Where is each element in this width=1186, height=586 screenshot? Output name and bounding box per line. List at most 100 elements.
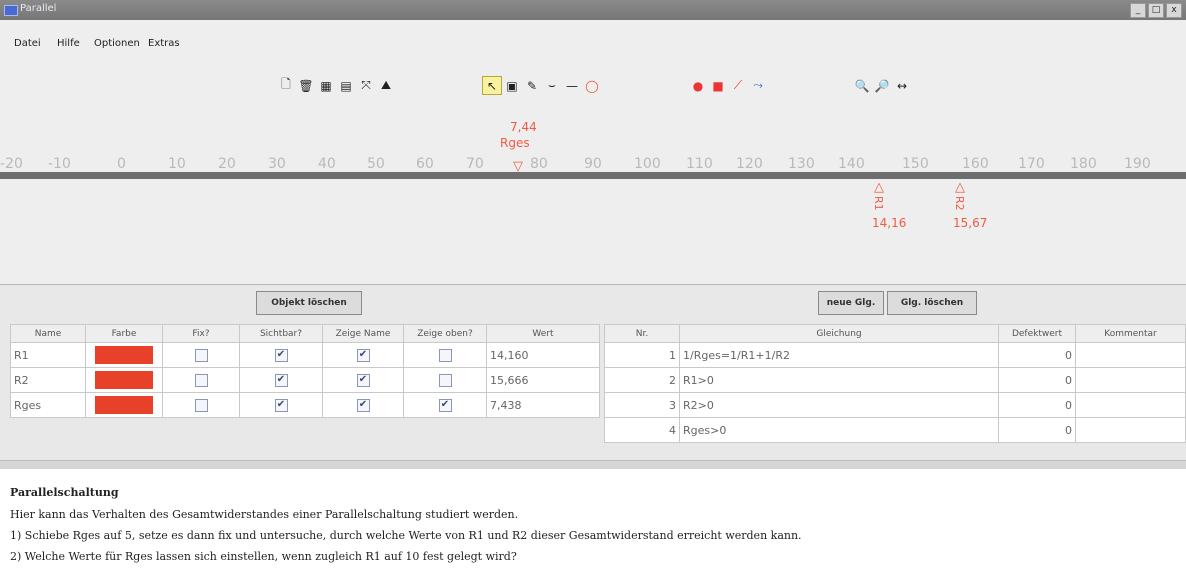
- cell-equation[interactable]: Rges>0: [679, 417, 999, 443]
- cell-value[interactable]: 14,160: [486, 342, 600, 368]
- marker-rges-icon[interactable]: ▽: [513, 159, 523, 174]
- visible-checkbox[interactable]: ✔: [274, 373, 288, 387]
- menu-optionen[interactable]: Optionen: [94, 38, 140, 49]
- visible-checkbox[interactable]: ✔: [274, 348, 288, 362]
- cell-comment[interactable]: [1075, 417, 1186, 443]
- cell-comment[interactable]: [1075, 392, 1186, 418]
- col-header-show-name[interactable]: Zeige Name: [322, 324, 404, 343]
- show-top-checkbox[interactable]: [438, 373, 452, 387]
- show-top-checkbox[interactable]: ✔: [438, 398, 452, 412]
- cell-defect[interactable]: 0: [998, 367, 1076, 393]
- col-header-nr[interactable]: Nr.: [604, 324, 680, 343]
- col-header-color[interactable]: Farbe: [85, 324, 163, 343]
- cell-color[interactable]: [85, 392, 163, 418]
- col-header-comment[interactable]: Kommentar: [1075, 324, 1186, 343]
- cell-show-top[interactable]: [403, 367, 487, 393]
- col-header-equation[interactable]: Gleichung: [679, 324, 999, 343]
- cell-show-name[interactable]: ✔: [322, 342, 404, 368]
- square-point-icon[interactable]: ■: [708, 76, 728, 95]
- delete-object-button[interactable]: Objekt löschen: [256, 291, 362, 315]
- table-row[interactable]: 4 Rges>0 0: [604, 417, 1186, 443]
- table-row[interactable]: R1 ✔ ✔ 14,160: [10, 342, 600, 368]
- pointer-icon[interactable]: ↖: [482, 76, 502, 95]
- col-header-defect[interactable]: Defektwert: [998, 324, 1076, 343]
- cell-show-top[interactable]: ✔: [403, 392, 487, 418]
- line-icon[interactable]: —: [562, 76, 582, 95]
- fix-checkbox[interactable]: [194, 348, 208, 362]
- line-segment-icon[interactable]: ⟋: [728, 76, 748, 95]
- circle-icon[interactable]: ◯: [582, 76, 602, 95]
- minimize-icon[interactable]: _: [1130, 3, 1146, 18]
- edit-icon[interactable]: ✎: [522, 76, 542, 95]
- table-row[interactable]: 2 R1>0 0: [604, 367, 1186, 393]
- cell-visible[interactable]: ✔: [239, 392, 323, 418]
- cell-comment[interactable]: [1075, 367, 1186, 393]
- cell-visible[interactable]: ✔: [239, 342, 323, 368]
- show-name-checkbox[interactable]: ✔: [356, 348, 370, 362]
- cell-equation[interactable]: R1>0: [679, 367, 999, 393]
- fit-icon[interactable]: ↔: [892, 76, 912, 95]
- menu-hilfe[interactable]: Hilfe: [57, 38, 80, 49]
- maximize-icon[interactable]: □: [1148, 3, 1164, 18]
- cell-name[interactable]: R1: [10, 342, 86, 368]
- move-icon[interactable]: ⤧: [356, 76, 376, 95]
- cell-fix[interactable]: [162, 367, 240, 393]
- delete-equation-button[interactable]: Glg. löschen: [887, 291, 977, 315]
- cell-defect[interactable]: 0: [998, 392, 1076, 418]
- cell-value[interactable]: 7,438: [486, 392, 600, 418]
- show-name-checkbox[interactable]: ✔: [356, 373, 370, 387]
- new-file-icon[interactable]: 🗋: [276, 76, 296, 95]
- menu-extras[interactable]: Extras: [148, 38, 180, 49]
- col-header-fix[interactable]: Fix?: [162, 324, 240, 343]
- polyline-icon[interactable]: ⤳: [748, 76, 768, 95]
- cell-name[interactable]: R2: [10, 367, 86, 393]
- cell-defect[interactable]: 0: [998, 417, 1076, 443]
- grid-icon[interactable]: ▦: [316, 76, 336, 95]
- show-top-checkbox[interactable]: [438, 348, 452, 362]
- marker-r2-icon[interactable]: △: [955, 180, 965, 195]
- point-icon[interactable]: ●: [688, 76, 708, 95]
- new-equation-button[interactable]: neue Glg.: [818, 291, 884, 315]
- cell-nr[interactable]: 2: [604, 367, 680, 393]
- trash-icon[interactable]: 🗑: [296, 76, 316, 95]
- col-header-value[interactable]: Wert: [486, 324, 600, 343]
- color-swatch[interactable]: [95, 346, 153, 364]
- zoom-out-icon[interactable]: 🔎: [872, 76, 892, 95]
- select-icon[interactable]: ▣: [502, 76, 522, 95]
- cell-equation[interactable]: R2>0: [679, 392, 999, 418]
- cell-equation[interactable]: 1/Rges=1/R1+1/R2: [679, 342, 999, 368]
- color-swatch[interactable]: [95, 396, 153, 414]
- zoom-in-icon[interactable]: 🔍: [852, 76, 872, 95]
- chart-icon[interactable]: ⛰: [376, 76, 396, 95]
- table-row[interactable]: Rges ✔ ✔ ✔ 7,438: [10, 392, 600, 418]
- color-swatch[interactable]: [95, 371, 153, 389]
- cell-fix[interactable]: [162, 342, 240, 368]
- table-row[interactable]: 1 1/Rges=1/R1+1/R2 0: [604, 342, 1186, 368]
- splitter[interactable]: [0, 460, 1186, 469]
- col-header-visible[interactable]: Sichtbar?: [239, 324, 323, 343]
- cell-color[interactable]: [85, 367, 163, 393]
- axis-icon[interactable]: ▤: [336, 76, 356, 95]
- cell-color[interactable]: [85, 342, 163, 368]
- cell-comment[interactable]: [1075, 342, 1186, 368]
- cell-nr[interactable]: 3: [604, 392, 680, 418]
- table-row[interactable]: 3 R2>0 0: [604, 392, 1186, 418]
- visible-checkbox[interactable]: ✔: [274, 398, 288, 412]
- cell-nr[interactable]: 4: [604, 417, 680, 443]
- marker-r1-icon[interactable]: △: [874, 180, 884, 195]
- cell-name[interactable]: Rges: [10, 392, 86, 418]
- menu-datei[interactable]: Datei: [14, 38, 41, 49]
- col-header-name[interactable]: Name: [10, 324, 86, 343]
- cell-visible[interactable]: ✔: [239, 367, 323, 393]
- cell-nr[interactable]: 1: [604, 342, 680, 368]
- curve-icon[interactable]: ⌣: [542, 76, 562, 95]
- cell-show-top[interactable]: [403, 342, 487, 368]
- col-header-show-top[interactable]: Zeige oben?: [403, 324, 487, 343]
- fix-checkbox[interactable]: [194, 398, 208, 412]
- cell-defect[interactable]: 0: [998, 342, 1076, 368]
- cell-fix[interactable]: [162, 392, 240, 418]
- table-row[interactable]: R2 ✔ ✔ 15,666: [10, 367, 600, 393]
- close-icon[interactable]: x: [1166, 3, 1182, 18]
- show-name-checkbox[interactable]: ✔: [356, 398, 370, 412]
- cell-value[interactable]: 15,666: [486, 367, 600, 393]
